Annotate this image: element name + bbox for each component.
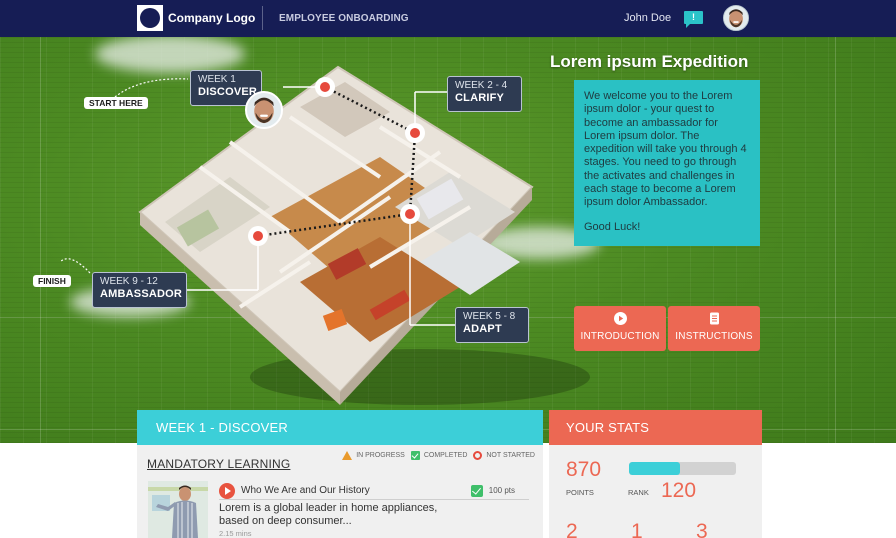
user-name[interactable]: John Doe <box>624 12 671 24</box>
legend-label: NOT STARTED <box>486 452 535 459</box>
stage-week: WEEK 1 <box>198 74 236 85</box>
legend-completed: COMPLETED <box>410 451 468 460</box>
person-photo-icon <box>148 481 208 538</box>
learning-item-points: 100 pts <box>488 486 515 495</box>
legend-in-progress: IN PROGRESS <box>342 451 405 460</box>
stage-name: ADAPT <box>463 323 502 335</box>
company-logo-icon[interactable] <box>137 5 163 31</box>
learning-item-row[interactable]: Who We Are and Our History 100 pts <box>219 482 529 500</box>
stage-marker-week-9-12[interactable] <box>248 226 268 246</box>
document-icon <box>709 312 719 325</box>
expedition-title: Lorem ipsum Expedition <box>550 52 749 71</box>
stats-panel: 870 POINTS RANK 120 2 1 3 <box>549 445 762 538</box>
learning-item-duration: 2.15 mins <box>219 529 252 538</box>
checkbox-icon <box>410 451 420 460</box>
stage-name: CLARIFY <box>455 92 505 104</box>
onboarding-page: Company Logo EMPLOYEE ONBOARDING John Do… <box>0 0 896 538</box>
play-icon <box>613 312 627 325</box>
app-title: EMPLOYEE ONBOARDING <box>279 13 409 24</box>
introduction-button[interactable]: INTRODUCTION <box>574 306 666 351</box>
warning-icon <box>342 451 353 460</box>
legend-not-started: NOT STARTED <box>473 451 535 460</box>
stage-tag-adapt[interactable]: WEEK 5 - 8 ADAPT <box>455 307 529 343</box>
introduction-label: INTRODUCTION <box>580 331 660 342</box>
stage-week: WEEK 5 - 8 <box>463 311 516 322</box>
rank-progress-fill <box>629 462 681 475</box>
stage-marker-week-5-8[interactable] <box>400 204 420 224</box>
circle-icon <box>473 451 483 460</box>
item-thumbnail[interactable] <box>148 481 208 538</box>
company-logo-text[interactable]: Company Logo <box>168 11 255 25</box>
expedition-body: We welcome you to the Lorem ipsum dolor … <box>584 90 747 209</box>
stage-name: DISCOVER <box>198 86 258 98</box>
stage-marker-week-1[interactable] <box>315 77 335 97</box>
stat-count: 2 <box>566 520 578 538</box>
finish-label: FINISH <box>33 275 71 287</box>
instructions-button[interactable]: INSTRUCTIONS <box>668 306 760 351</box>
user-avatar-icon <box>724 6 748 30</box>
start-here-label: START HERE <box>84 97 148 109</box>
learning-item-description: Lorem is a global leader in home applian… <box>219 502 438 527</box>
learning-item-title[interactable]: Who We Are and Our History <box>241 485 471 496</box>
stage-week: WEEK 9 - 12 <box>100 276 158 287</box>
stat-count: 3 <box>696 520 708 538</box>
completed-check-icon <box>470 484 483 497</box>
mandatory-learning-title[interactable]: MANDATORY LEARNING <box>147 457 290 471</box>
stage-avatar <box>245 91 283 129</box>
rank-progress-bar <box>629 462 736 475</box>
stats-panel-header: YOUR STATS <box>549 410 762 445</box>
expedition-closing: Good Luck! <box>584 220 641 233</box>
stage-name: AMBASSADOR <box>100 288 183 300</box>
legend-label: IN PROGRESS <box>356 452 405 459</box>
instructions-label: INSTRUCTIONS <box>675 331 753 342</box>
stage-week: WEEK 2 - 4 <box>455 80 508 91</box>
top-navigation-bar: Company Logo EMPLOYEE ONBOARDING John Do… <box>0 0 896 37</box>
expedition-description: We welcome you to the Lorem ipsum dolor … <box>574 80 760 246</box>
points-value: 870 <box>566 458 602 481</box>
user-avatar-icon <box>247 93 281 127</box>
rank-value: 120 <box>661 479 697 502</box>
journey-map: START HERE FINISH WEEK 1 DISCOVER WEEK 2… <box>0 37 896 443</box>
stage-marker-week-2-4[interactable] <box>405 123 425 143</box>
points-label: POINTS <box>566 488 594 497</box>
learning-panel: MANDATORY LEARNING IN PROGRESS COMPLETED… <box>137 445 543 538</box>
stage-tag-ambassador[interactable]: WEEK 9 - 12 AMBASSADOR <box>92 272 187 308</box>
stage-tag-clarify[interactable]: WEEK 2 - 4 CLARIFY <box>447 76 522 112</box>
rank-label: RANK <box>628 488 649 497</box>
stat-count: 1 <box>631 520 643 538</box>
play-icon[interactable] <box>219 482 235 499</box>
user-avatar[interactable] <box>723 5 749 31</box>
header-divider <box>262 6 263 30</box>
status-legend: IN PROGRESS COMPLETED NOT STARTED <box>336 451 535 460</box>
legend-label: COMPLETED <box>423 452 468 459</box>
notification-icon[interactable]: ! <box>684 11 703 28</box>
learning-panel-header: WEEK 1 - DISCOVER <box>137 410 543 445</box>
